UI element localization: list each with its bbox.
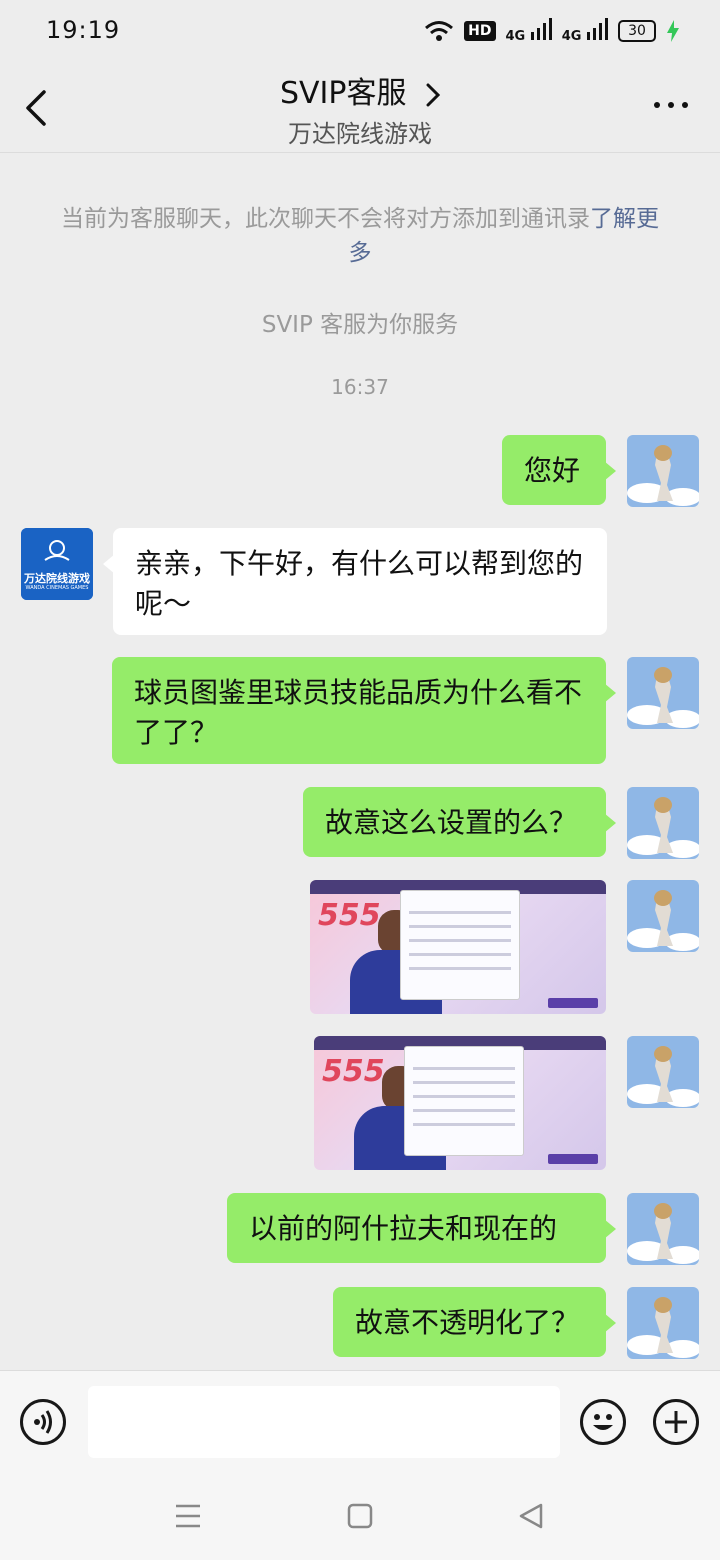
emoji-glyph bbox=[593, 1414, 613, 1430]
message-bubble-self[interactable]: 以前的阿什拉夫和现在的 bbox=[227, 1193, 616, 1263]
service-line: SVIP 客服为你服务 bbox=[261, 312, 459, 338]
signal-icon bbox=[530, 18, 552, 40]
message-text: 故意不透明化了？ bbox=[355, 1306, 580, 1339]
image-message[interactable]: 555 bbox=[310, 880, 606, 1014]
user-avatar[interactable] bbox=[627, 880, 699, 952]
voice-icon[interactable] bbox=[20, 1399, 66, 1445]
home-icon[interactable] bbox=[347, 1502, 373, 1530]
message-bubble-self[interactable]: 故意这么设置的么？ bbox=[303, 787, 616, 857]
message-bubble-other[interactable]: 亲亲，下午好，有什么可以帮到您的呢～ bbox=[103, 528, 607, 635]
message-input[interactable] bbox=[88, 1386, 560, 1458]
system-note: 当前为客服聊天，此次聊天不会将对方添加到通讯录了解更多 bbox=[50, 202, 670, 270]
shot-button bbox=[548, 998, 598, 1008]
status-time: 19:19 bbox=[46, 16, 121, 44]
message-bubble-self[interactable]: 球员图鉴里球员技能品质为什么看不了了？ bbox=[112, 657, 616, 764]
battery-indicator: 30 bbox=[618, 20, 656, 42]
voice-glyph bbox=[34, 1410, 52, 1434]
shot-popup bbox=[404, 1046, 524, 1156]
timestamp: 16:37 bbox=[331, 375, 389, 399]
avatar-image bbox=[627, 1287, 699, 1359]
wifi-icon bbox=[425, 21, 454, 41]
message-text: 亲亲，下午好，有什么可以帮到您的呢～ bbox=[135, 547, 584, 620]
input-bar bbox=[0, 1370, 720, 1473]
message-bubble-self[interactable]: 故意不透明化了？ bbox=[333, 1287, 616, 1357]
avatar-image bbox=[627, 657, 699, 729]
emoji-icon[interactable] bbox=[580, 1399, 626, 1445]
service-avatar[interactable]: 万达院线游戏 WANDA CINEMAS GAMES bbox=[21, 528, 93, 600]
signal-icon bbox=[587, 18, 608, 40]
message-bubble-self[interactable]: 您好 bbox=[502, 435, 616, 505]
chat-subtitle: 万达院线游戏 bbox=[288, 120, 432, 148]
menu-icon[interactable] bbox=[174, 1502, 202, 1530]
logo-text: 万达院线游戏 bbox=[24, 572, 90, 585]
user-avatar[interactable] bbox=[627, 1287, 699, 1359]
user-avatar[interactable] bbox=[627, 1193, 699, 1265]
chat-title-text: SVIP客服 bbox=[279, 76, 407, 111]
charging-icon bbox=[667, 20, 679, 42]
avatar-image bbox=[627, 435, 699, 507]
signal-4g-1: 4G bbox=[506, 18, 552, 44]
back-triangle-icon[interactable] bbox=[518, 1502, 544, 1530]
status-bar: 19:19 HD 4G 4G 30 bbox=[0, 0, 720, 62]
shot-popup bbox=[400, 890, 520, 1000]
message-text: 故意这么设置的么？ bbox=[325, 806, 578, 839]
message-text: 球员图鉴里球员技能品质为什么看不了了？ bbox=[134, 676, 583, 749]
avatar-image bbox=[627, 1193, 699, 1265]
plus-glyph bbox=[665, 1411, 687, 1433]
hd-badge: HD bbox=[464, 21, 496, 41]
avatar-image bbox=[627, 1036, 699, 1108]
chat-title[interactable]: SVIP客服 bbox=[0, 68, 720, 112]
signal-4g-2: 4G bbox=[562, 18, 608, 44]
image-message[interactable]: 555 bbox=[314, 1036, 606, 1170]
logo-sub: WANDA CINEMAS GAMES bbox=[25, 585, 89, 591]
chat-header: SVIP客服 万达院线游戏 bbox=[0, 62, 720, 153]
user-avatar[interactable] bbox=[627, 787, 699, 859]
status-icons: HD 4G 4G 30 bbox=[424, 18, 680, 44]
shot-button bbox=[548, 1154, 598, 1164]
user-avatar[interactable] bbox=[627, 657, 699, 729]
chevron-right-icon bbox=[426, 83, 441, 106]
message-text: 以前的阿什拉夫和现在的 bbox=[249, 1212, 558, 1245]
system-nav-bar bbox=[0, 1472, 720, 1560]
message-text: 您好 bbox=[524, 454, 581, 487]
user-avatar[interactable] bbox=[627, 1036, 699, 1108]
more-icon[interactable] bbox=[654, 102, 688, 108]
system-note-text: 当前为客服聊天，此次聊天不会将对方添加到通讯录 bbox=[61, 206, 590, 232]
avatar-image bbox=[627, 880, 699, 952]
user-avatar[interactable] bbox=[627, 435, 699, 507]
avatar-image bbox=[627, 787, 699, 859]
plus-icon[interactable] bbox=[653, 1399, 699, 1445]
